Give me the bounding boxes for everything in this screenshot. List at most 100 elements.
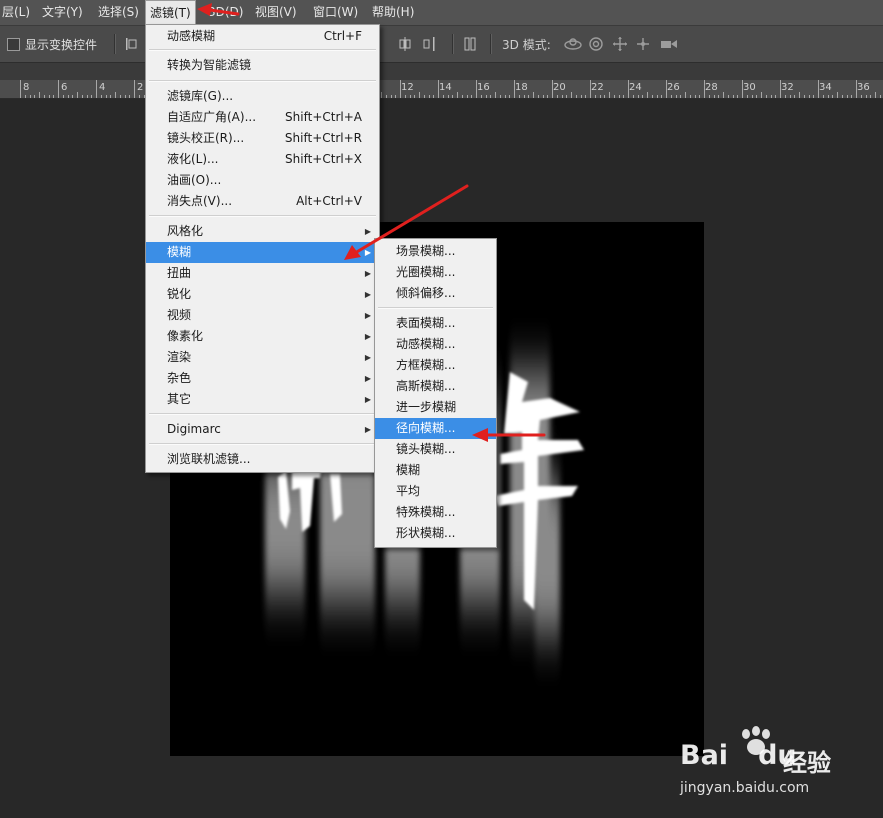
3d-pan-icon[interactable]: [612, 36, 628, 52]
menu-filter[interactable]: 滤镜(T): [145, 0, 196, 25]
menu-separator: [378, 307, 493, 309]
submenu-item-gaussian-blur[interactable]: 高斯模糊...: [375, 376, 496, 397]
menu-help[interactable]: 帮助(H): [368, 0, 418, 25]
ruler-tick: [837, 92, 838, 98]
distribute-right-edges-icon[interactable]: [421, 36, 437, 52]
submenu-item-shape-blur[interactable]: 形状模糊...: [375, 523, 496, 544]
ruler-tick: [514, 80, 515, 98]
menu-item-lens-correction[interactable]: 镜头校正(R)... Shift+Ctrl+R: [146, 128, 379, 149]
ruler-tick: [552, 80, 553, 98]
submenu-item-smart-blur[interactable]: 特殊模糊...: [375, 502, 496, 523]
menu-item-label: 液化(L)...: [167, 152, 219, 166]
3d-scale-icon[interactable]: [659, 36, 679, 52]
menu-item-digimarc[interactable]: Digimarc ▶: [146, 419, 379, 440]
submenu-item-blur-more[interactable]: 进一步模糊: [375, 397, 496, 418]
show-transform-checkbox[interactable]: [7, 38, 20, 51]
3d-roll-icon[interactable]: [588, 36, 604, 52]
submenu-item-iris-blur[interactable]: 光圈模糊...: [375, 262, 496, 283]
menu-item-sharpen[interactable]: 锐化 ▶: [146, 284, 379, 305]
ruler-tick: [737, 95, 738, 98]
menu-item-adaptive-wide-angle[interactable]: 自适应广角(A)... Shift+Ctrl+A: [146, 107, 379, 128]
ruler-tick: [823, 95, 824, 98]
menu-item-label: 平均: [396, 484, 421, 498]
submenu-item-box-blur[interactable]: 方框模糊...: [375, 355, 496, 376]
menu-item-vanishing-point[interactable]: 消失点(V)... Alt+Ctrl+V: [146, 191, 379, 212]
ruler-tick: [115, 92, 116, 98]
submenu-arrow-icon: ▶: [364, 332, 371, 341]
ruler-tick: [723, 92, 724, 98]
menu-item-shortcut: Shift+Ctrl+R: [284, 131, 362, 145]
ruler-tick: [752, 95, 753, 98]
align-left-edges-icon[interactable]: [124, 36, 140, 52]
ruler-label: 22: [591, 82, 604, 93]
submenu-item-motion-blur[interactable]: 动感模糊...: [375, 334, 496, 355]
menu-item-label: 模糊: [167, 245, 192, 259]
submenu-item-average[interactable]: 平均: [375, 481, 496, 502]
submenu-item-blur[interactable]: 模糊: [375, 460, 496, 481]
ruler-tick: [381, 92, 382, 98]
menu-view[interactable]: 视图(V): [251, 0, 301, 25]
ruler-tick: [581, 95, 582, 98]
menu-item-label: 转换为智能滤镜: [167, 58, 252, 72]
ruler-tick: [495, 92, 496, 98]
menu-item-oil-paint[interactable]: 油画(O)...: [146, 170, 379, 191]
submenu-item-surface-blur[interactable]: 表面模糊...: [375, 313, 496, 334]
submenu-item-radial-blur[interactable]: 径向模糊...: [375, 418, 496, 439]
blur-submenu: 场景模糊... 光圈模糊... 倾斜偏移... 表面模糊... 动感模糊... …: [374, 238, 497, 548]
ruler-tick: [82, 95, 83, 98]
menu-item-label: 自适应广角(A)...: [167, 110, 257, 124]
menu-item-label: 高斯模糊...: [396, 379, 456, 393]
menu-item-last-filter-motion-blur[interactable]: 动感模糊 Ctrl+F: [146, 26, 379, 47]
menu-window[interactable]: 窗口(W): [309, 0, 362, 25]
menu-separator: [149, 413, 376, 415]
ruler-tick: [619, 95, 620, 98]
menu-item-pixelate[interactable]: 像素化 ▶: [146, 326, 379, 347]
ruler-tick: [467, 95, 468, 98]
3d-rotate-icon[interactable]: [563, 36, 583, 52]
distribute-horizontal-centers-icon[interactable]: [397, 36, 413, 52]
ruler-tick: [856, 80, 857, 98]
submenu-item-field-blur[interactable]: 场景模糊...: [375, 241, 496, 262]
ruler-tick: [861, 95, 862, 98]
submenu-item-tilt-shift[interactable]: 倾斜偏移...: [375, 283, 496, 304]
submenu-item-lens-blur[interactable]: 镜头模糊...: [375, 439, 496, 460]
ruler-tick: [870, 95, 871, 98]
menu-item-liquify[interactable]: 液化(L)... Shift+Ctrl+X: [146, 149, 379, 170]
ruler-tick: [20, 80, 21, 98]
menu-layer[interactable]: 层(L): [0, 0, 34, 25]
ruler-label: 4: [99, 82, 106, 93]
ruler-tick: [666, 80, 667, 98]
menu-item-filter-gallery[interactable]: 滤镜库(G)...: [146, 86, 379, 107]
menu-bar: 层(L) 文字(Y) 选择(S) 滤镜(T) 3D(D) 视图(V) 窗口(W)…: [0, 0, 883, 26]
menu-item-distort[interactable]: 扭曲 ▶: [146, 263, 379, 284]
menu-item-stylize[interactable]: 风格化 ▶: [146, 221, 379, 242]
ruler-tick: [433, 95, 434, 98]
menu-item-convert-smart-filters[interactable]: 转换为智能滤镜: [146, 55, 379, 76]
3d-slide-icon[interactable]: [635, 36, 651, 52]
ruler-tick: [452, 95, 453, 98]
menu-3d[interactable]: 3D(D): [204, 0, 247, 25]
submenu-arrow-icon: ▶: [364, 425, 371, 434]
ruler-label: 16: [477, 82, 490, 93]
ruler-label: 36: [857, 82, 870, 93]
ruler-tick: [756, 95, 757, 98]
menu-select[interactable]: 选择(S): [94, 0, 143, 25]
ruler-tick: [728, 95, 729, 98]
ruler-tick: [766, 95, 767, 98]
ruler-label: 14: [439, 82, 452, 93]
ruler-tick: [438, 80, 439, 98]
ruler-tick: [680, 95, 681, 98]
menu-item-browse-filters-online[interactable]: 浏览联机滤镜...: [146, 449, 379, 470]
menu-item-render[interactable]: 渲染 ▶: [146, 347, 379, 368]
auto-align-layers-icon[interactable]: [462, 36, 478, 52]
menu-type[interactable]: 文字(Y): [38, 0, 87, 25]
menu-item-noise[interactable]: 杂色 ▶: [146, 368, 379, 389]
ruler-tick: [566, 95, 567, 98]
menu-item-blur[interactable]: 模糊 ▶: [146, 242, 379, 263]
ruler-tick: [481, 95, 482, 98]
toolbar-divider: [452, 34, 454, 54]
menu-item-other[interactable]: 其它 ▶: [146, 389, 379, 410]
toolbar-divider: [490, 34, 492, 54]
ruler-tick: [818, 80, 819, 98]
menu-item-video[interactable]: 视频 ▶: [146, 305, 379, 326]
